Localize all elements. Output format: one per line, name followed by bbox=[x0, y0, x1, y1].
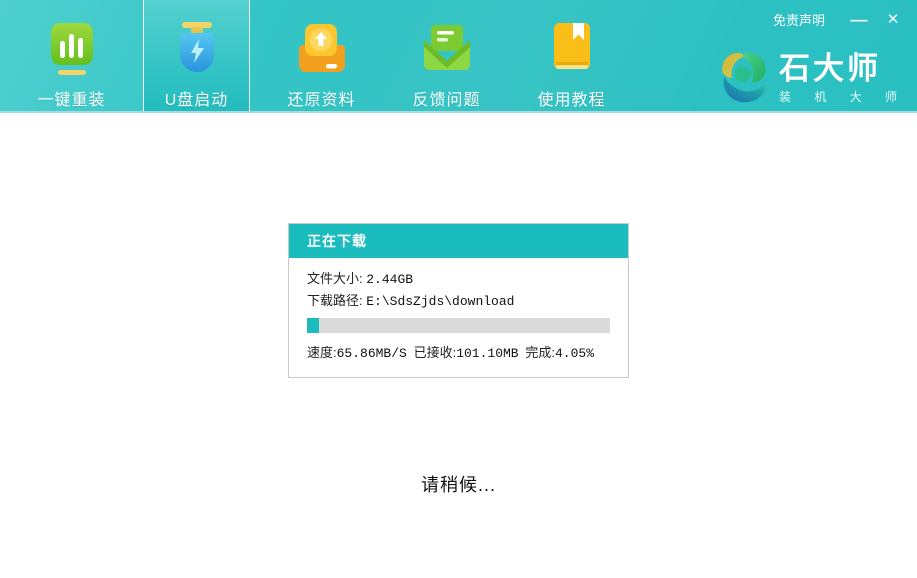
close-button[interactable]: ✕ bbox=[883, 11, 903, 29]
file-size-row: 文件大小: 2.44GB bbox=[307, 268, 610, 290]
tab-feedback[interactable]: 反馈问题 bbox=[393, 0, 500, 111]
tab-label: 还原资料 bbox=[287, 86, 355, 110]
navbar: 一键重装 U盘启动 bbox=[0, 0, 917, 113]
main-area: 正在下载 文件大小: 2.44GB 下载路径: E:\SdsZjds\downl… bbox=[0, 113, 917, 576]
disclaimer-link[interactable]: 免责声明 bbox=[773, 10, 825, 29]
brand-text: 石大师 装 机 大 师 bbox=[779, 52, 907, 105]
minimize-button[interactable]: — bbox=[849, 11, 869, 29]
speed-value: 65.86MB/S bbox=[337, 346, 407, 361]
window-actions: 免责声明 — ✕ bbox=[773, 10, 903, 29]
download-path-row: 下载路径: E:\SdsZjds\download bbox=[307, 290, 610, 312]
brand: 石大师 装 机 大 师 bbox=[717, 50, 907, 106]
brand-logo-icon bbox=[717, 50, 773, 106]
received-label: 已接收: bbox=[414, 342, 457, 361]
dialog-body: 文件大小: 2.44GB 下载路径: E:\SdsZjds\download 速… bbox=[289, 258, 628, 377]
please-wait-text: 请稍候... bbox=[0, 471, 917, 497]
completed-label: 完成: bbox=[525, 342, 555, 361]
feedback-icon bbox=[420, 21, 474, 79]
download-stats: 速度: 65.86MB/S 已接收: 101.10MB 完成: 4.05% bbox=[307, 342, 610, 361]
speed-stat: 速度: 65.86MB/S bbox=[307, 342, 407, 361]
progress-bar bbox=[307, 318, 610, 333]
progress-fill bbox=[307, 318, 319, 333]
completed-stat: 完成: 4.05% bbox=[525, 342, 594, 361]
usb-boot-icon bbox=[172, 21, 222, 79]
download-path-value: E:\SdsZjds\download bbox=[366, 291, 514, 312]
download-dialog: 正在下载 文件大小: 2.44GB 下载路径: E:\SdsZjds\downl… bbox=[288, 223, 629, 378]
tab-restore-data[interactable]: 还原资料 bbox=[268, 0, 375, 111]
restore-data-icon bbox=[296, 21, 348, 79]
received-value: 101.10MB bbox=[456, 346, 518, 361]
completed-value: 4.05% bbox=[555, 346, 594, 361]
brand-subtitle: 装 机 大 师 bbox=[779, 88, 907, 105]
file-size-label: 文件大小: bbox=[307, 268, 366, 289]
file-size-value: 2.44GB bbox=[366, 269, 413, 290]
bar-chart-icon bbox=[47, 21, 97, 79]
download-path-label: 下载路径: bbox=[307, 290, 366, 311]
tab-one-key-reinstall[interactable]: 一键重装 bbox=[18, 0, 125, 111]
app-window: 一键重装 U盘启动 bbox=[0, 0, 917, 578]
tab-label: U盘启动 bbox=[165, 86, 229, 110]
brand-name: 石大师 bbox=[779, 52, 907, 85]
received-stat: 已接收: 101.10MB bbox=[414, 342, 519, 361]
speed-label: 速度: bbox=[307, 342, 337, 361]
tab-label: 一键重装 bbox=[37, 86, 105, 110]
tab-tutorial[interactable]: 使用教程 bbox=[518, 0, 625, 111]
nav-tabs: 一键重装 U盘启动 bbox=[9, 0, 634, 111]
tutorial-book-icon bbox=[548, 21, 596, 79]
tab-label: 反馈问题 bbox=[412, 86, 480, 110]
dialog-title: 正在下载 bbox=[289, 224, 628, 258]
tab-usb-boot[interactable]: U盘启动 bbox=[143, 0, 250, 111]
tab-label: 使用教程 bbox=[537, 86, 605, 110]
